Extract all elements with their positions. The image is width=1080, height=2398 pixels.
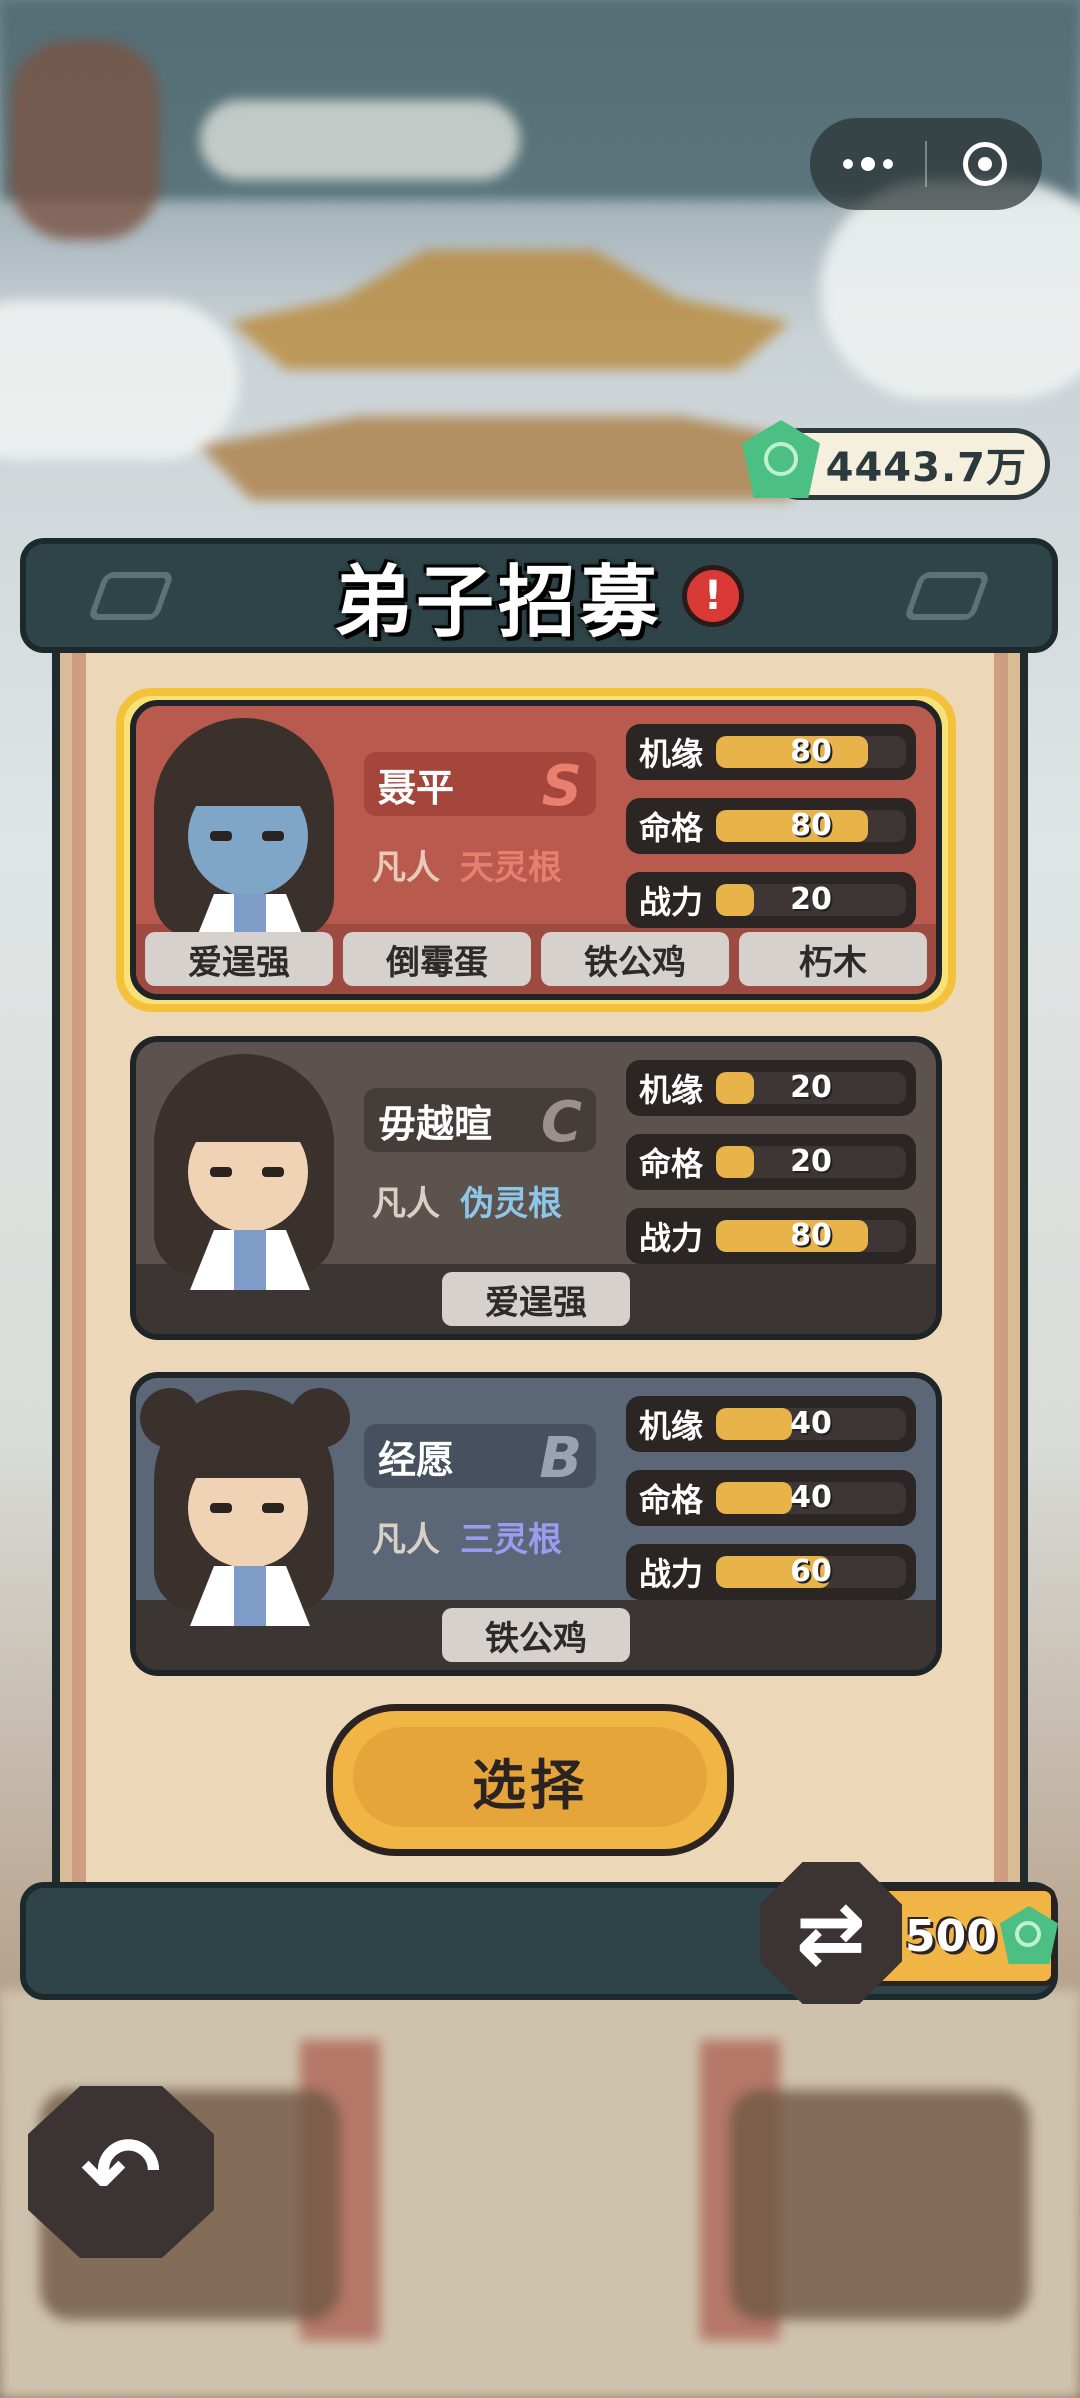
stats-panel: 机缘 40 命格 40 战力 60: [626, 1396, 916, 1618]
page-title: 弟子招募: [333, 556, 662, 648]
recruit-card[interactable]: 毋越暄 C 凡人 伪灵根 机缘 20 命格 20 战力 80 爱逞强: [130, 1036, 942, 1340]
select-button[interactable]: 选择: [326, 1704, 734, 1856]
recruit-card[interactable]: 经愿 B 凡人 三灵根 机缘 40 命格 40 战力 60 铁公鸡: [130, 1372, 942, 1676]
miniprogram-capsule: [810, 118, 1042, 210]
spirit-root: 天灵根: [460, 848, 562, 888]
grade-badge: S: [541, 754, 582, 819]
trait-tag: 铁公鸡: [541, 932, 729, 986]
stat-power: 战力 80: [626, 1208, 916, 1264]
stat-destiny: 命格 80: [626, 798, 916, 854]
trait-tag: 朽木: [739, 932, 927, 986]
realm-label: 凡人: [372, 1520, 440, 1560]
target-icon: [962, 142, 1007, 186]
spirit-root: 三灵根: [460, 1520, 562, 1560]
spirit-root: 伪灵根: [460, 1184, 562, 1224]
stat-fortune: 机缘 40: [626, 1396, 916, 1452]
recruit-panel-header: 弟子招募 !: [20, 538, 1058, 653]
disciple-name: 经愿: [378, 1437, 455, 1482]
stats-panel: 机缘 80 命格 80 战力 20: [626, 724, 916, 946]
select-button-label: 选择: [472, 1753, 588, 1817]
refresh-icon: ⇄: [795, 1884, 867, 1982]
trait-tag: 爱逞强: [145, 932, 333, 986]
disciple-name-box: 毋越暄 C: [364, 1088, 596, 1155]
more-menu-button[interactable]: [810, 118, 925, 210]
trait-tags: 铁公鸡: [146, 1608, 926, 1662]
disciple-name: 毋越暄: [378, 1101, 493, 1146]
stat-fortune: 机缘 80: [626, 724, 916, 780]
trait-tags: 爱逞强 倒霉蛋 铁公鸡 朽木: [145, 932, 927, 986]
alert-icon[interactable]: !: [682, 564, 744, 627]
stats-panel: 机缘 20 命格 20 战力 80: [626, 1060, 916, 1282]
disciple-name-box: 经愿 B: [364, 1424, 596, 1491]
stat-power: 战力 60: [626, 1544, 916, 1600]
realm-label: 凡人: [372, 848, 440, 888]
trait-tag: 爱逞强: [442, 1272, 630, 1326]
disciple-portrait: [140, 706, 350, 954]
back-arrow-icon: ↶: [80, 2116, 162, 2228]
trait-tags: 爱逞强: [146, 1272, 926, 1326]
disciple-name: 聂平: [378, 765, 455, 810]
close-miniprogram-button[interactable]: [927, 142, 1042, 186]
currency-amount: 4443.7万: [825, 445, 1027, 491]
grade-badge: C: [540, 1090, 582, 1155]
disciple-portrait: [140, 1042, 350, 1290]
trait-tag: 铁公鸡: [442, 1608, 630, 1662]
stat-power: 战力 20: [626, 872, 916, 928]
back-button[interactable]: ↶: [28, 2086, 214, 2258]
stat-fortune: 机缘 20: [626, 1060, 916, 1116]
stat-destiny: 命格 40: [626, 1470, 916, 1526]
disciple-realm: 凡人 伪灵根: [372, 1176, 562, 1225]
grade-badge: B: [539, 1426, 582, 1491]
recruit-card[interactable]: 聂平 S 凡人 天灵根 机缘 80 命格 80 战力 20 爱逞强 倒霉蛋 铁公…: [130, 700, 942, 1000]
realm-label: 凡人: [372, 1184, 440, 1224]
refresh-button[interactable]: ⇄: [760, 1862, 902, 2004]
trait-tag: 倒霉蛋: [343, 932, 531, 986]
disciple-portrait: [140, 1378, 350, 1626]
refresh-cost-amount: 500: [905, 1910, 997, 1962]
disciple-name-box: 聂平 S: [364, 752, 596, 819]
stat-destiny: 命格 20: [626, 1134, 916, 1190]
disciple-realm: 凡人 三灵根: [372, 1512, 562, 1561]
disciple-realm: 凡人 天灵根: [372, 840, 562, 889]
